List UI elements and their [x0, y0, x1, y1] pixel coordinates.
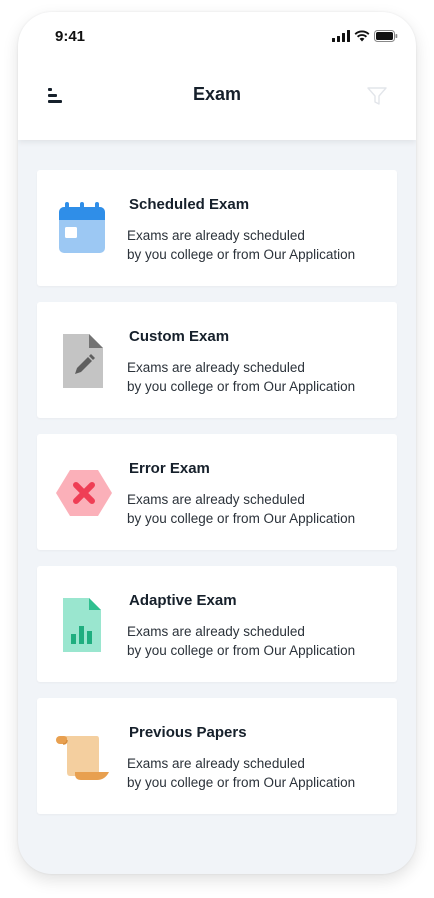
exam-card-previous-papers[interactable]: Previous Papers Exams are already schedu…	[37, 698, 397, 814]
exam-description-line1: Exams are already scheduled	[127, 360, 305, 375]
exam-description-line2: by you college or from Our Application	[127, 247, 356, 262]
exam-description-line2: by you college or from Our Application	[127, 379, 356, 394]
exam-description-line2: by you college or from Our Application	[127, 643, 356, 658]
chart-document-icon	[63, 598, 101, 652]
exam-description-line1: Exams are already scheduled	[127, 624, 305, 639]
error-hexagon-icon	[56, 470, 112, 516]
exam-description-line2: by you college or from Our Application	[127, 511, 356, 526]
exam-description-line2: by you college or from Our Application	[127, 775, 356, 790]
status-time: 9:41	[55, 28, 86, 45]
phone-frame: 9:41 Exam Scheduled Exam Exams are alrea…	[18, 12, 416, 874]
wifi-icon	[354, 30, 370, 42]
exam-card-adaptive[interactable]: Adaptive Exam Exams are already schedule…	[37, 566, 397, 682]
battery-icon	[374, 30, 398, 42]
edit-document-icon	[63, 334, 103, 388]
exam-description-line1: Exams are already scheduled	[127, 228, 305, 243]
exam-description-line1: Exams are already scheduled	[127, 492, 305, 507]
page-title: Exam	[192, 84, 242, 104]
exam-title: Adaptive Exam	[129, 592, 237, 609]
exam-description: Exams are already scheduled by you colle…	[127, 754, 391, 792]
exam-title: Previous Papers	[129, 724, 247, 741]
filter-button[interactable]	[366, 85, 388, 107]
exam-list: Scheduled Exam Exams are already schedul…	[37, 170, 397, 830]
exam-description: Exams are already scheduled by you colle…	[127, 490, 391, 528]
exam-description: Exams are already scheduled by you colle…	[127, 226, 391, 264]
exam-card-custom[interactable]: Custom Exam Exams are already scheduled …	[37, 302, 397, 418]
exam-title: Scheduled Exam	[129, 196, 250, 213]
exam-description-line1: Exams are already scheduled	[127, 756, 305, 771]
exam-title: Error Exam	[129, 460, 210, 477]
exam-title: Custom Exam	[129, 328, 230, 345]
exam-description: Exams are already scheduled by you colle…	[127, 358, 391, 396]
signal-icon	[332, 30, 350, 42]
scroll-icon	[56, 736, 109, 780]
calendar-icon	[59, 202, 105, 253]
exam-card-scheduled[interactable]: Scheduled Exam Exams are already schedul…	[37, 170, 397, 286]
exam-description: Exams are already scheduled by you colle…	[127, 622, 391, 660]
filter-icon	[367, 87, 387, 105]
status-icons	[332, 30, 398, 42]
exam-card-error[interactable]: Error Exam Exams are already scheduled b…	[37, 434, 397, 550]
top-bar: 9:41 Exam	[18, 12, 416, 140]
